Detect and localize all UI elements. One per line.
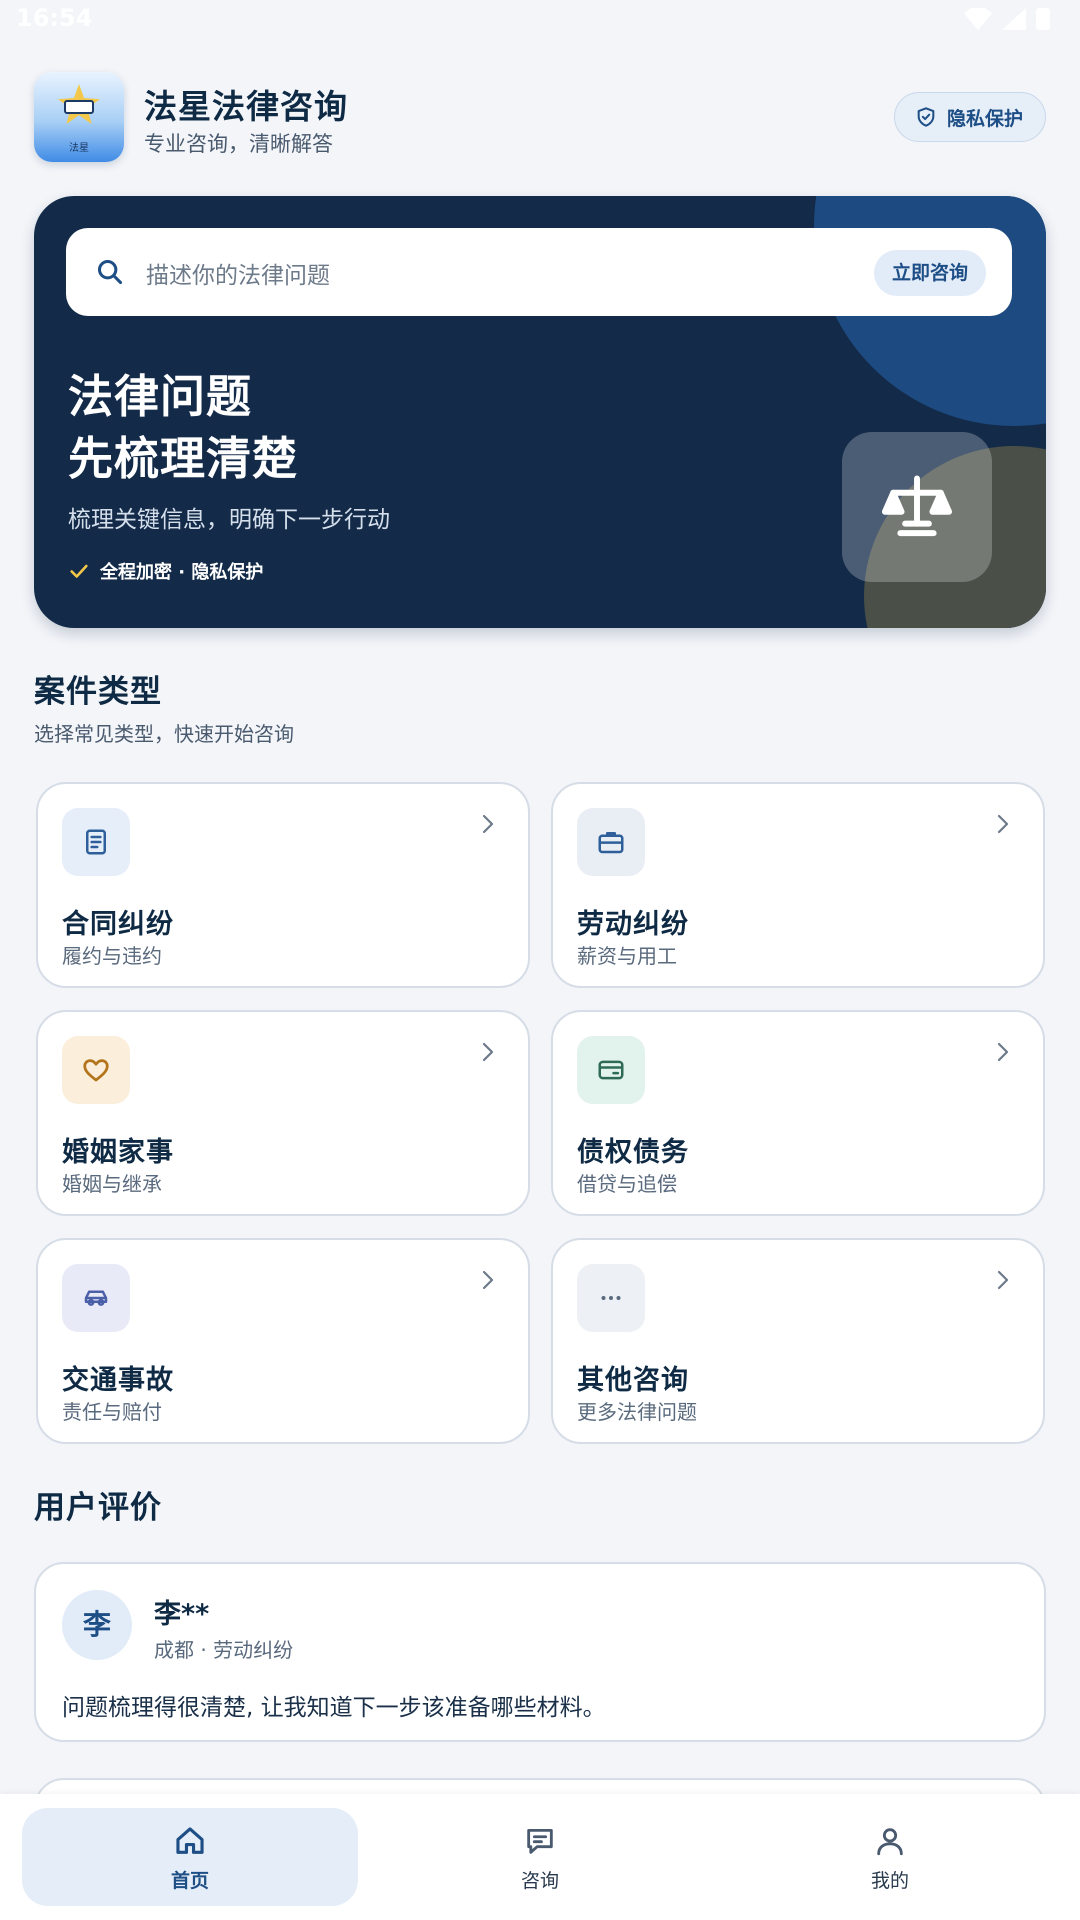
car-icon — [84, 1290, 108, 1306]
reviewer-meta: 成都 · 劳动纠纷 — [154, 1638, 294, 1662]
hero-banner: 描述你的法律问题 立即咨询 法律问题 先梳理清楚 梳理关键信息，明确下一步行动 … — [34, 196, 1046, 628]
hero-title-line1: 法律问题 — [68, 370, 253, 423]
category-subtitle: 薪资与用工 — [577, 944, 677, 968]
wifi-icon — [964, 8, 992, 30]
briefcase-icon — [598, 832, 624, 854]
category-card-labor[interactable]: 劳动纠纷 薪资与用工 — [551, 782, 1045, 988]
category-card-traffic[interactable]: 交通事故 责任与赔付 — [36, 1238, 530, 1444]
logo-text: 法星 — [69, 143, 89, 154]
scale-icon — [64, 100, 94, 114]
category-title: 劳动纠纷 — [577, 909, 689, 940]
document-icon — [86, 829, 106, 855]
nav-profile[interactable]: 我的 — [722, 1808, 1058, 1906]
category-title: 合同纠纷 — [62, 909, 174, 940]
app-title: 法星法律咨询 — [144, 87, 348, 126]
privacy-button[interactable]: 隐私保护 — [893, 92, 1046, 142]
status-time: 16:54 — [16, 4, 93, 32]
nav-consult-label: 咨询 — [520, 1870, 559, 1892]
reviews-title: 用户评价 — [34, 1490, 162, 1526]
reviewer-name: 李** — [154, 1599, 210, 1630]
app-tagline: 专业咨询，清晰解答 — [144, 132, 333, 156]
status-icons — [964, 8, 1050, 30]
chevron-right-icon — [482, 1042, 494, 1062]
wallet-icon — [598, 1060, 624, 1080]
search-input[interactable]: 描述你的法律问题 立即咨询 — [66, 228, 1012, 316]
chevron-right-icon — [482, 814, 494, 834]
nav-home[interactable]: 首页 — [22, 1808, 358, 1906]
chevron-right-icon — [482, 1270, 494, 1290]
category-card-family[interactable]: 婚姻家事 婚姻与继承 — [36, 1010, 530, 1216]
category-title: 其他咨询 — [577, 1365, 689, 1396]
consult-now-button[interactable]: 立即咨询 — [873, 250, 986, 296]
search-placeholder: 描述你的法律问题 — [146, 263, 330, 289]
search-icon — [97, 259, 123, 285]
category-icon-box — [577, 1264, 645, 1332]
signal-icon — [1002, 8, 1026, 30]
avatar: 李 — [62, 1590, 132, 1660]
review-text: 问题梳理得很清楚, 让我知道下一步该准备哪些材料。 — [62, 1695, 606, 1721]
category-card-other[interactable]: 其他咨询 更多法律问题 — [551, 1238, 1045, 1444]
more-icon — [601, 1296, 621, 1300]
category-icon-box — [577, 808, 645, 876]
privacy-button-label: 隐私保护 — [946, 107, 1023, 130]
hero-title-line2: 先梳理清楚 — [68, 432, 299, 485]
category-icon-box — [577, 1036, 645, 1104]
category-icon-box — [62, 1036, 130, 1104]
category-title: 交通事故 — [62, 1365, 174, 1396]
category-title: 债权债务 — [577, 1137, 689, 1168]
category-title: 婚姻家事 — [62, 1137, 174, 1168]
category-subtitle: 履约与违约 — [62, 944, 162, 968]
security-tag-label: 全程加密 · 隐私保护 — [100, 562, 264, 583]
category-subtitle: 婚姻与继承 — [62, 1172, 162, 1196]
nav-home-label: 首页 — [170, 1870, 209, 1892]
scale-badge — [842, 432, 992, 582]
battery-icon — [1036, 8, 1050, 30]
category-card-contract[interactable]: 合同纠纷 履约与违约 — [36, 782, 530, 988]
check-icon — [70, 564, 88, 578]
category-icon-box — [62, 1264, 130, 1332]
nav-profile-label: 我的 — [870, 1870, 909, 1892]
app-logo: 法星 — [34, 72, 124, 162]
nav-consult[interactable]: 咨询 — [372, 1808, 708, 1906]
chevron-right-icon — [997, 1042, 1009, 1062]
category-card-debt[interactable]: 债权债务 借贷与追偿 — [551, 1010, 1045, 1216]
hero-description: 梳理关键信息，明确下一步行动 — [68, 507, 390, 533]
chevron-right-icon — [997, 1270, 1009, 1290]
categories-title: 案件类型 — [34, 674, 162, 710]
balance-scale-icon — [881, 475, 953, 537]
category-subtitle: 责任与赔付 — [62, 1400, 162, 1424]
bottom-navigation: 首页 咨询 我的 — [0, 1794, 1080, 1920]
shield-icon — [917, 107, 935, 127]
home-screen: 16:54 法星 法星法律咨询 专业咨询，清晰解答 隐私保护 描述你的法律问题 … — [0, 0, 1080, 1920]
category-icon-box — [62, 808, 130, 876]
app-header: 法星 法星法律咨询 专业咨询，清晰解答 隐私保护 — [34, 72, 1046, 162]
chat-icon — [527, 1828, 553, 1854]
home-icon — [176, 1827, 204, 1854]
categories-subtitle: 选择常见类型，快速开始咨询 — [34, 722, 294, 746]
category-subtitle: 更多法律问题 — [577, 1400, 697, 1424]
review-card: 李 李** 成都 · 劳动纠纷 问题梳理得很清楚, 让我知道下一步该准备哪些材料… — [34, 1562, 1046, 1742]
chevron-right-icon — [997, 814, 1009, 834]
status-bar: 16:54 — [0, 0, 1080, 40]
heart-icon — [83, 1059, 109, 1082]
user-icon — [877, 1828, 903, 1856]
category-subtitle: 借贷与追偿 — [577, 1172, 677, 1196]
security-tag: 全程加密 · 隐私保护 — [68, 558, 263, 584]
